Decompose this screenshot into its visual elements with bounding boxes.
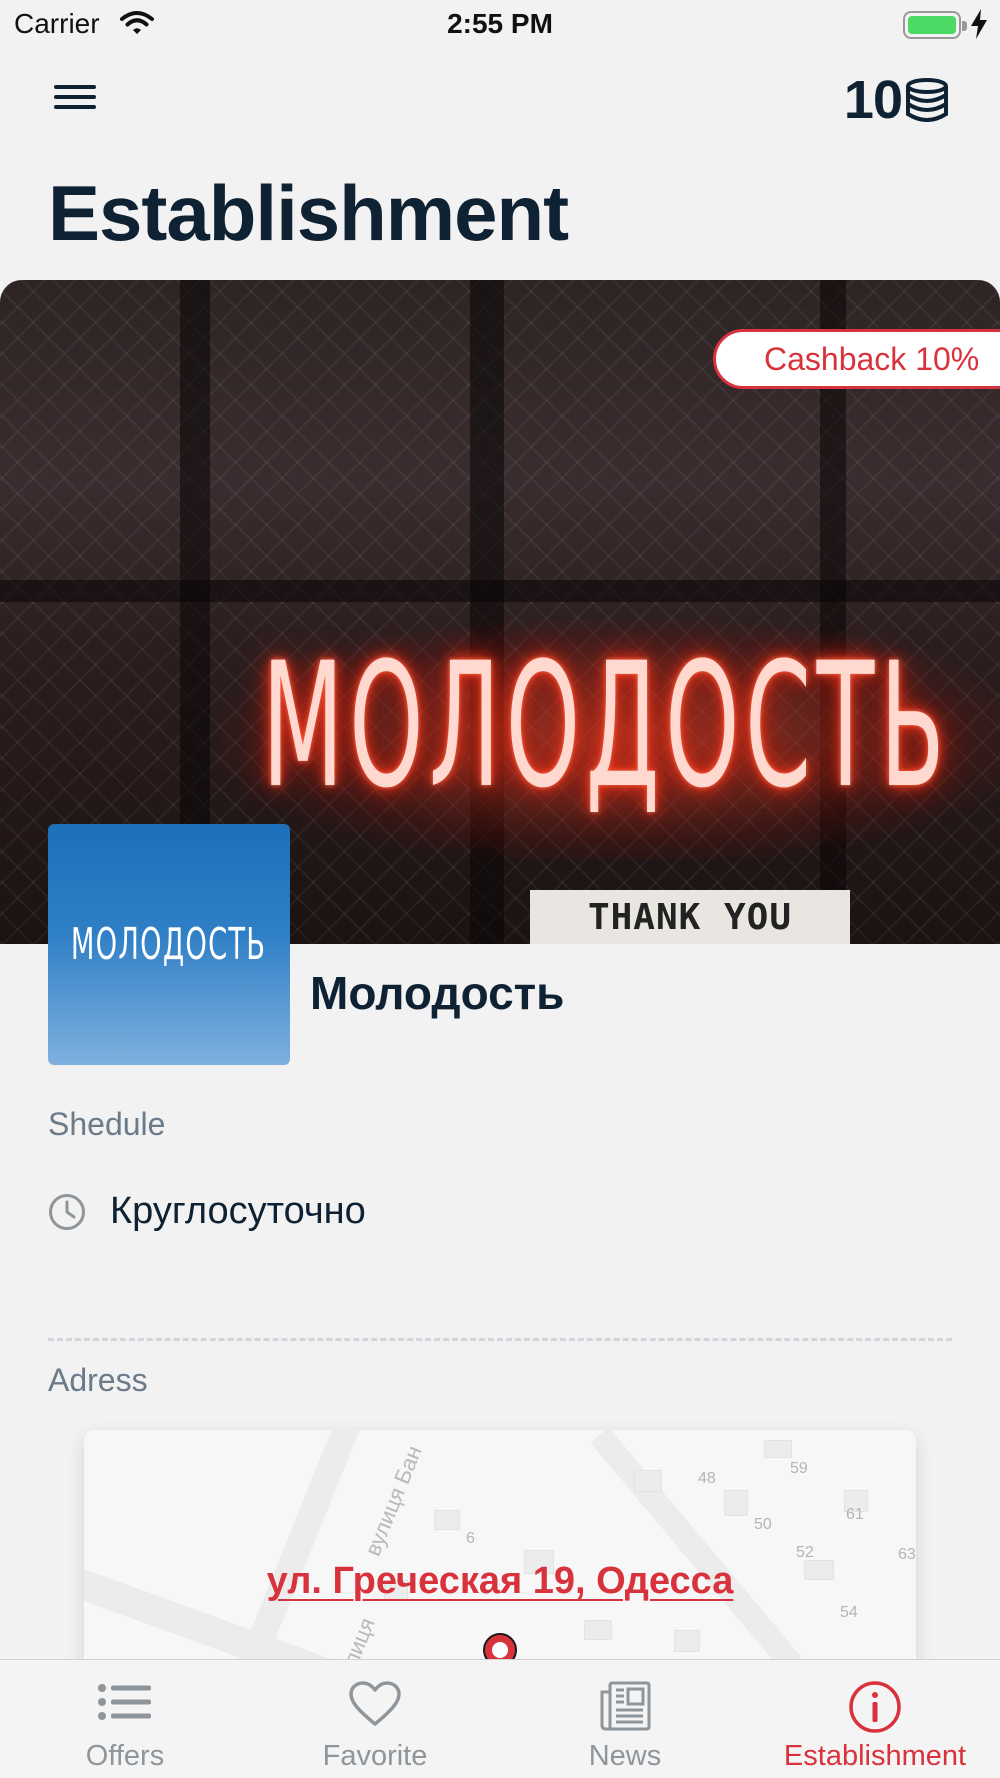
map-house-number: 6 xyxy=(466,1530,475,1547)
schedule-label: Shedule xyxy=(48,1106,166,1142)
tab-news-label: News xyxy=(588,1740,662,1772)
map-house-number: 48 xyxy=(698,1470,716,1487)
battery-icon xyxy=(903,11,967,39)
map-house-number: 59 xyxy=(790,1460,808,1477)
map-house-number: 61 xyxy=(846,1506,864,1523)
tab-news[interactable]: News xyxy=(500,1660,750,1778)
venue-name: Молодость xyxy=(310,967,565,1019)
info-icon xyxy=(849,1681,901,1733)
tab-favorite-label: Favorite xyxy=(322,1740,428,1772)
mario-sign: THANK YOU MARIO! xyxy=(530,890,850,944)
cashback-badge: Cashback 10% xyxy=(713,329,1000,389)
newspaper-icon xyxy=(600,1681,651,1731)
heart-icon xyxy=(349,1681,401,1726)
coins-balance[interactable]: 10 xyxy=(844,70,950,130)
coins-value: 10 xyxy=(843,70,903,130)
address-label: Adress xyxy=(48,1362,148,1398)
section-divider xyxy=(48,1338,952,1341)
address-link[interactable]: ул. Греческая 19, Одесса xyxy=(84,1560,916,1603)
clock-icon xyxy=(49,1193,85,1230)
venue-logo: МОЛОДОСТЬ xyxy=(48,824,290,1065)
tab-offers-label: Offers xyxy=(85,1740,165,1772)
status-time: 2:55 PM xyxy=(447,8,553,39)
tab-establishment-label: Establishment xyxy=(783,1740,967,1772)
map-house-number: 54 xyxy=(840,1604,858,1621)
neon-sign: МОЛОДОСТЬ xyxy=(262,625,951,826)
schedule-row: Круглосуточно xyxy=(48,1190,366,1233)
charging-icon xyxy=(971,9,987,39)
hamburger-menu-icon[interactable] xyxy=(50,80,100,120)
schedule-value: Круглосуточно xyxy=(110,1190,366,1232)
page-title: Establishment xyxy=(48,169,569,257)
coin-stack-icon xyxy=(906,78,948,122)
status-bar: Carrier 2:55 PM xyxy=(0,0,1000,50)
tab-bar: Offers Favorite News Establishment xyxy=(0,1659,1000,1778)
map-street-label: вулиця Бан xyxy=(360,1442,427,1560)
tab-establishment[interactable]: Establishment xyxy=(750,1660,1000,1778)
list-icon xyxy=(98,1684,151,1720)
map-house-number: 50 xyxy=(754,1516,772,1533)
logo-text: МОЛОДОСТЬ xyxy=(71,919,267,970)
tab-offers[interactable]: Offers xyxy=(0,1660,250,1778)
tab-favorite[interactable]: Favorite xyxy=(250,1660,500,1778)
